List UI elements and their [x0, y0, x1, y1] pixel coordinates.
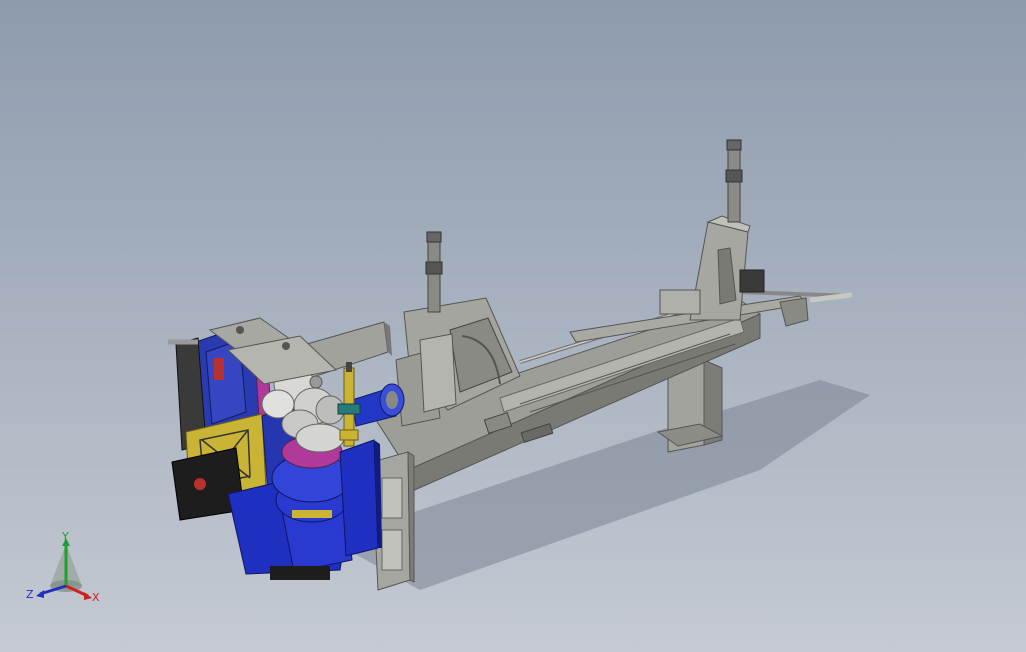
3d-viewport[interactable]: Y X Z: [0, 0, 1026, 652]
triad-y-label: Y: [61, 530, 69, 543]
triad-x-label: X: [92, 591, 100, 604]
triad-z-label: Z: [26, 588, 34, 601]
machine-model[interactable]: [0, 0, 1026, 652]
orientation-triad[interactable]: Y X Z: [20, 530, 110, 610]
